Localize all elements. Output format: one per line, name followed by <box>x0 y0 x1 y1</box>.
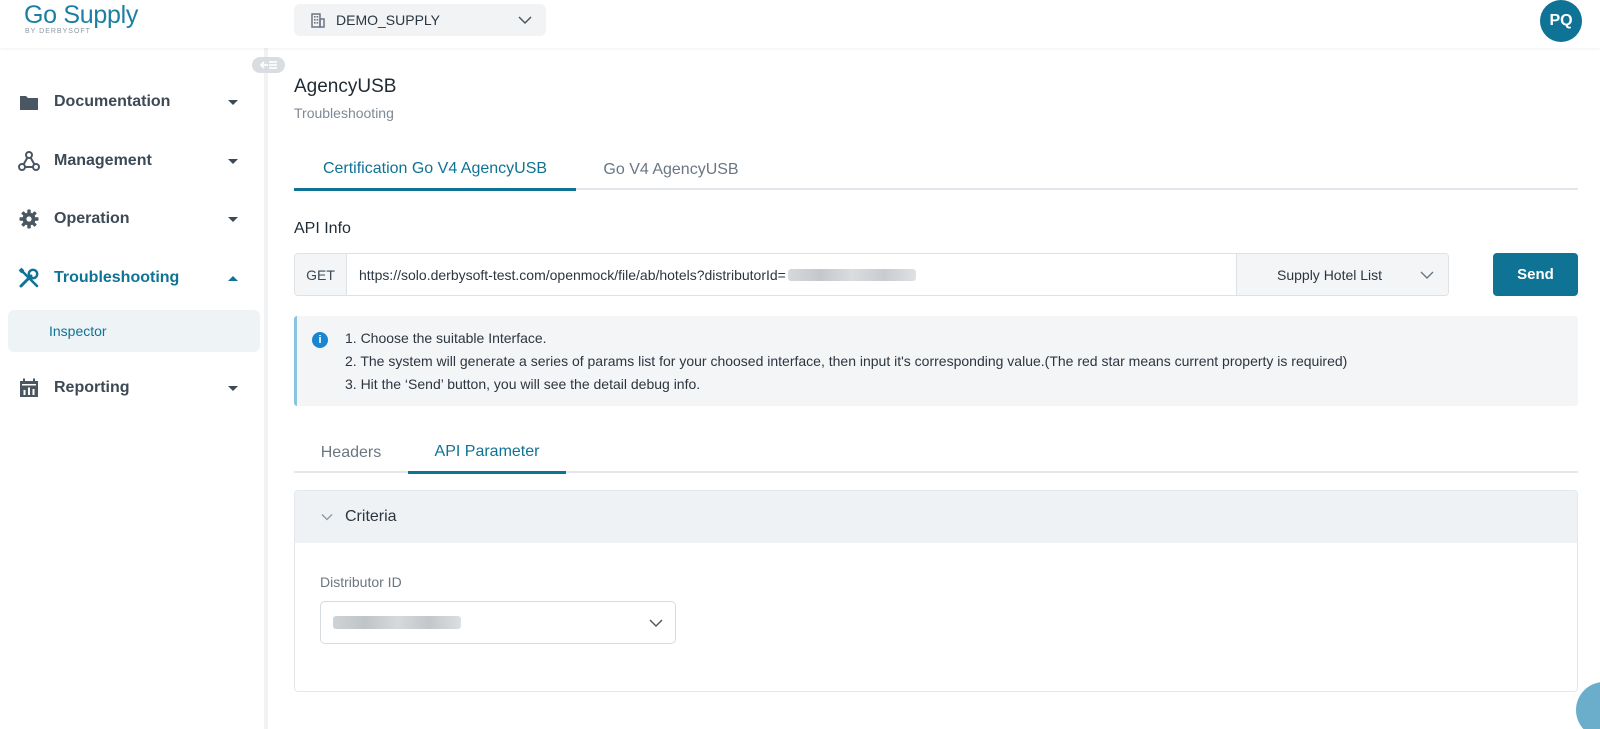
chevron-down-icon <box>518 16 532 25</box>
interface-select-value: Supply Hotel List <box>1277 266 1383 283</box>
instruction-line: 3. Hit the ‘Send’ button, you will see t… <box>345 376 701 392</box>
redacted-value <box>787 268 916 281</box>
sidebar-item-label: Management <box>54 152 152 169</box>
sidebar-item-management[interactable]: Management <box>0 141 264 181</box>
instructions-box: i 1. Choose the suitable Interface. 2. T… <box>294 316 1578 406</box>
api-url-field[interactable]: https://solo.derbysoft-test.com/openmock… <box>347 254 1236 295</box>
user-avatar[interactable]: PQ <box>1540 0 1582 42</box>
tab-certification-go-v4-agencyusb[interactable]: Certification Go V4 AgencyUSB <box>294 150 576 191</box>
sidebar-item-reporting[interactable]: Reporting <box>0 368 264 408</box>
building-icon <box>311 13 325 28</box>
sidebar-subitem-inspector[interactable]: Inspector <box>8 310 260 352</box>
page-title: AgencyUSB <box>294 76 397 97</box>
sidebar-item-operation[interactable]: Operation <box>0 199 264 239</box>
caret-down-icon <box>228 385 238 391</box>
sidebar-item-troubleshooting[interactable]: Troubleshooting <box>0 258 264 298</box>
tools-icon <box>18 267 40 289</box>
chevron-down-icon <box>321 514 333 521</box>
sidebar: Documentation Management Operation Troub… <box>0 48 285 729</box>
tenant-selector[interactable]: DEMO_SUPPLY <box>294 4 546 36</box>
distributor-id-value <box>333 616 649 629</box>
api-info-label: API Info <box>294 220 351 237</box>
sidebar-collapse-button[interactable] <box>252 57 285 73</box>
sidebar-item-label: Operation <box>54 210 130 227</box>
api-url-text: https://solo.derbysoft-test.com/openmock… <box>359 266 786 283</box>
criteria-title: Criteria <box>345 508 397 525</box>
chevron-down-icon <box>1420 271 1434 279</box>
api-url-box: GET https://solo.derbysoft-test.com/open… <box>294 253 1449 296</box>
sidebar-item-label: Troubleshooting <box>54 269 180 286</box>
chevron-down-icon <box>649 619 663 627</box>
tab-headers[interactable]: Headers <box>294 432 408 473</box>
caret-down-icon <box>228 158 238 164</box>
send-button[interactable]: Send <box>1493 253 1578 296</box>
info-icon: i <box>312 332 328 348</box>
api-request-row: GET https://solo.derbysoft-test.com/open… <box>294 253 1578 296</box>
caret-down-icon <box>228 99 238 105</box>
criteria-panel: Criteria Distributor ID <box>294 490 1578 692</box>
report-icon <box>18 377 40 399</box>
caret-up-icon <box>228 275 238 281</box>
interface-select[interactable]: Supply Hotel List <box>1236 254 1448 295</box>
parameter-tabs: Headers API Parameter <box>294 432 1578 474</box>
folder-icon <box>18 91 40 113</box>
brand-tagline: BY DERBYSOFT <box>25 28 91 35</box>
tab-go-v4-agencyusb[interactable]: Go V4 AgencyUSB <box>576 150 766 190</box>
interface-tabs: Certification Go V4 AgencyUSB Go V4 Agen… <box>294 150 1578 191</box>
redacted-value <box>333 616 461 629</box>
top-bar: Go Supply BY DERBYSOFT DEMO_SUPPLY PQ <box>0 0 1600 48</box>
brand-logo[interactable]: Go Supply BY DERBYSOFT <box>24 2 138 35</box>
chat-help-button[interactable] <box>1576 682 1600 729</box>
http-method[interactable]: GET <box>295 254 347 295</box>
sidebar-item-label: Documentation <box>54 93 171 110</box>
sidebar-item-documentation[interactable]: Documentation <box>0 82 264 122</box>
sidebar-item-label: Reporting <box>54 379 130 396</box>
brand-name: Go Supply <box>24 1 139 29</box>
caret-down-icon <box>228 216 238 222</box>
gear-icon <box>18 208 40 230</box>
instruction-line: 1. Choose the suitable Interface. <box>345 330 547 346</box>
tab-api-parameter[interactable]: API Parameter <box>408 432 566 474</box>
tenant-name: DEMO_SUPPLY <box>336 12 440 28</box>
collapse-icon <box>259 61 277 69</box>
page-subtitle: Troubleshooting <box>294 105 394 121</box>
network-icon <box>18 150 40 172</box>
criteria-header[interactable]: Criteria <box>295 491 1577 543</box>
distributor-id-label: Distributor ID <box>320 574 402 590</box>
app-root: Go Supply BY DERBYSOFT DEMO_SUPPLY PQ Do… <box>0 0 1600 729</box>
distributor-id-select[interactable] <box>320 601 676 644</box>
instruction-line: 2. The system will generate a series of … <box>345 353 1348 369</box>
